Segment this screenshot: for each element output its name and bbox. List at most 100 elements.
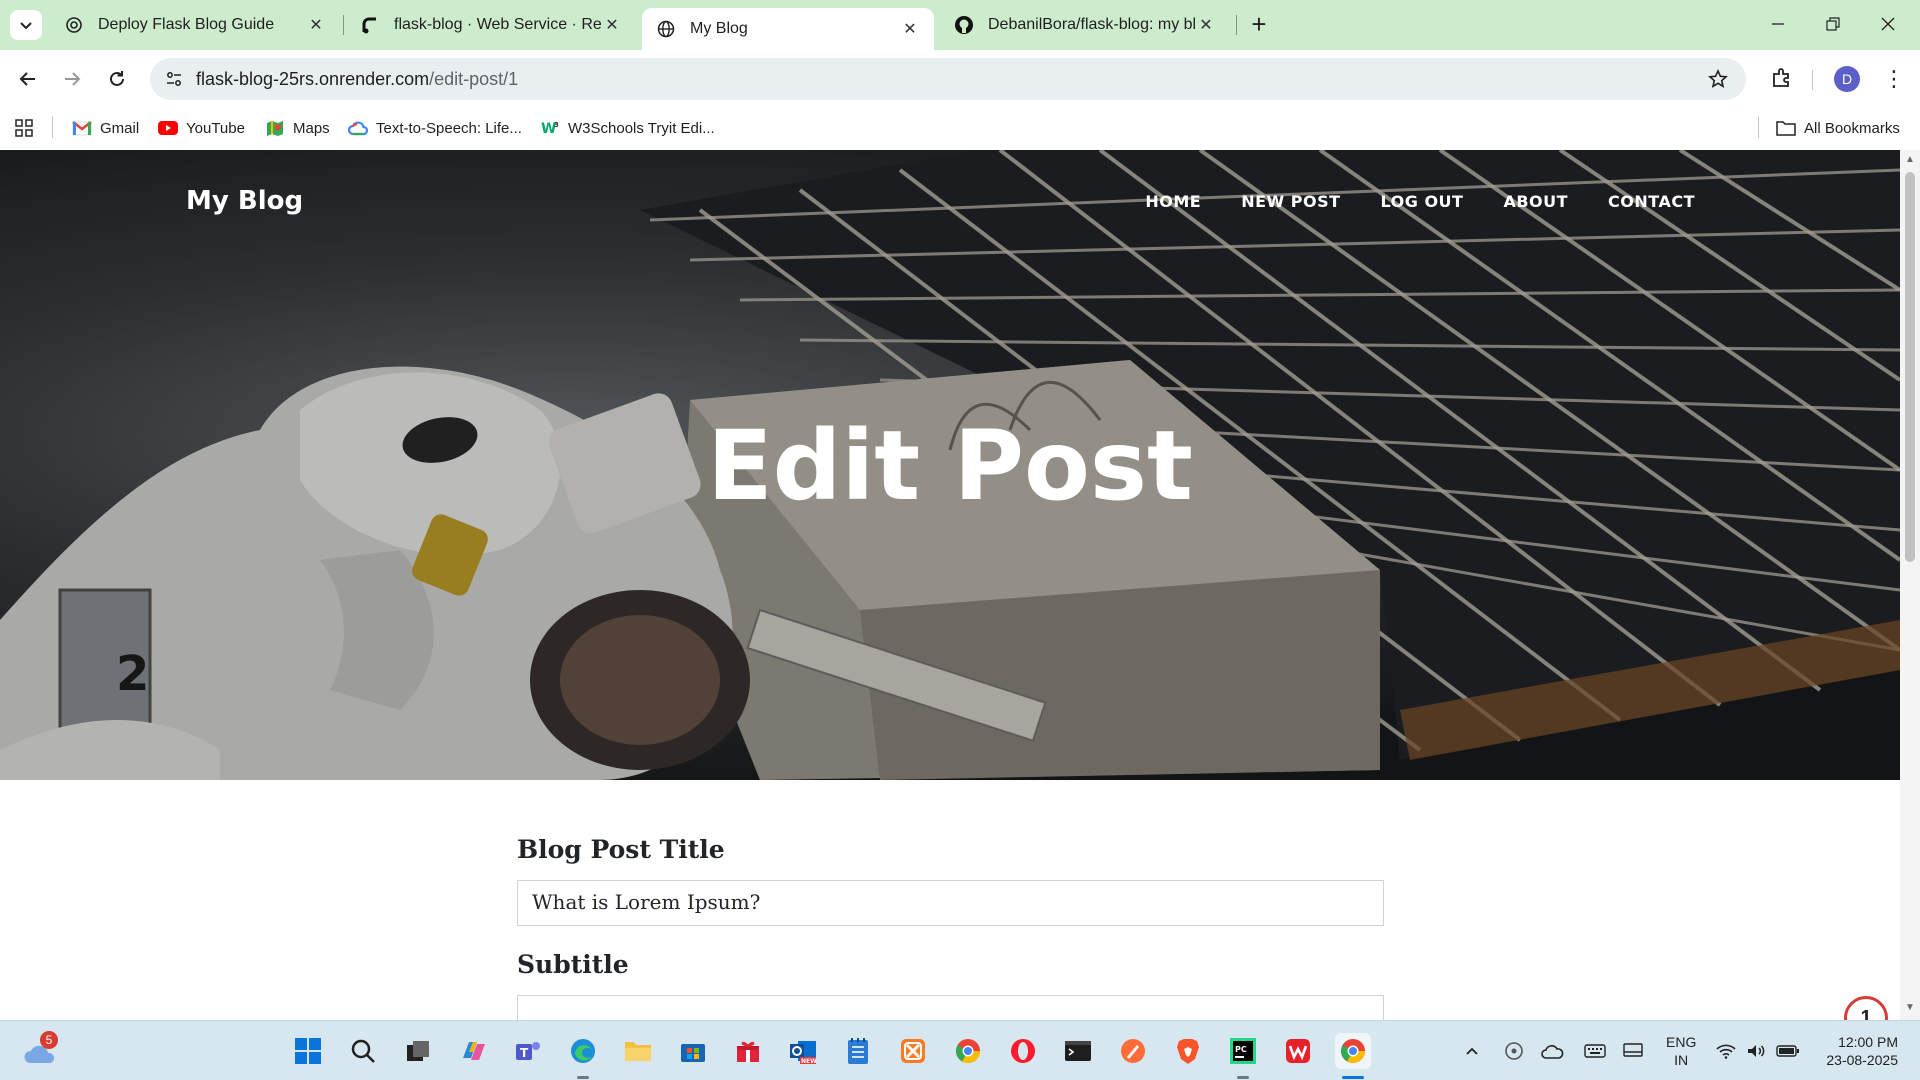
- subtitle-label: Subtitle: [517, 950, 629, 979]
- close-icon[interactable]: ✕: [602, 15, 622, 35]
- title-input[interactable]: What is Lorem Ipsum?: [517, 880, 1384, 926]
- taskbar-terminal[interactable]: [1060, 1033, 1096, 1069]
- bookmark-w3schools[interactable]: W3 W3Schools Tryit Edi...: [540, 116, 715, 140]
- extensions-icon[interactable]: [1768, 64, 1796, 92]
- address-bar[interactable]: flask-blog-25rs.onrender.com/edit-post/1: [150, 58, 1746, 100]
- bookmarks-divider: [1758, 116, 1759, 138]
- fan-icon: [1505, 1042, 1523, 1060]
- tray-battery[interactable]: [1774, 1039, 1802, 1063]
- browser-toolbar: flask-blog-25rs.onrender.com/edit-post/1: [0, 50, 1920, 108]
- all-bookmarks-button[interactable]: All Bookmarks: [1776, 116, 1900, 140]
- reload-button[interactable]: [102, 64, 132, 94]
- tray-onedrive[interactable]: [1540, 1039, 1566, 1063]
- bookmarks-bar: Gmail YouTube Maps Text-to-Speech: Life.…: [0, 108, 1920, 150]
- tray-app-icon[interactable]: [1502, 1039, 1526, 1063]
- youtube-icon: [158, 118, 178, 138]
- taskbar-brave[interactable]: [1170, 1033, 1206, 1069]
- postman-icon: [1121, 1039, 1145, 1063]
- taskbar-xampp[interactable]: [895, 1033, 931, 1069]
- apps-button[interactable]: [14, 116, 42, 140]
- forward-button[interactable]: [57, 64, 87, 94]
- taskbar-edge[interactable]: [565, 1033, 601, 1069]
- nav-about-link[interactable]: ABOUT: [1503, 192, 1568, 211]
- back-button[interactable]: [13, 64, 43, 94]
- site-info-icon[interactable]: [164, 69, 184, 89]
- tab-deploy-guide[interactable]: Deploy Flask Blog Guide ✕: [50, 8, 340, 42]
- folder-icon: [1776, 118, 1796, 138]
- taskbar-pycharm[interactable]: PC: [1225, 1033, 1261, 1069]
- taskbar-chrome-active[interactable]: [1335, 1033, 1371, 1069]
- tab-render-service[interactable]: flask-blog · Web Service · Render ✕: [346, 8, 636, 42]
- weather-widget[interactable]: 5: [24, 1031, 58, 1067]
- taskbar-file-explorer[interactable]: [620, 1033, 656, 1069]
- start-icon: [295, 1038, 321, 1064]
- globe-icon: [656, 19, 676, 39]
- running-indicator: [577, 1076, 589, 1079]
- task-view-button[interactable]: [400, 1033, 436, 1069]
- bookmark-maps[interactable]: Maps: [265, 116, 330, 140]
- scroll-down-icon[interactable]: ▼: [1904, 1002, 1916, 1014]
- clock-date: 23-08-2025: [1826, 1052, 1898, 1068]
- tray-keyboard[interactable]: [1582, 1039, 1608, 1063]
- bookmark-label: YouTube: [186, 119, 245, 137]
- main-nav: HOME NEW POST LOG OUT ABOUT CONTACT: [1145, 192, 1695, 211]
- taskbar-copilot[interactable]: [455, 1033, 491, 1069]
- windows-taskbar: 5 T NEW PC ENG IN 12:00 PM 23-08-2025: [0, 1020, 1920, 1080]
- tray-network[interactable]: [1714, 1039, 1738, 1063]
- brave-icon: [1177, 1039, 1199, 1064]
- close-icon[interactable]: ✕: [900, 19, 920, 39]
- input-language[interactable]: ENG IN: [1666, 1033, 1696, 1069]
- wifi-icon: [1716, 1044, 1736, 1059]
- notepad-icon: [848, 1038, 868, 1064]
- arrow-right-icon: [65, 72, 81, 86]
- taskbar-chrome[interactable]: [950, 1033, 986, 1069]
- scroll-up-icon[interactable]: ▲: [1904, 154, 1916, 166]
- taskbar-teams[interactable]: T: [510, 1033, 546, 1069]
- nav-log-out-link[interactable]: LOG OUT: [1381, 192, 1464, 211]
- google-cloud-icon: [348, 118, 368, 138]
- taskbar-gift[interactable]: [730, 1033, 766, 1069]
- show-hidden-icons-button[interactable]: [1462, 1039, 1482, 1063]
- taskbar-store[interactable]: [675, 1033, 711, 1069]
- close-icon[interactable]: ✕: [1196, 15, 1216, 35]
- tab-github-repo[interactable]: DebanilBora/flask-blog: my blog ✕: [940, 8, 1230, 42]
- tray-display[interactable]: [1620, 1039, 1646, 1063]
- close-window-button[interactable]: [1868, 10, 1908, 40]
- nav-home-link[interactable]: HOME: [1145, 192, 1201, 211]
- restore-button[interactable]: [1813, 10, 1853, 40]
- page-scrollbar[interactable]: ▲ ▼: [1900, 150, 1920, 1020]
- taskbar-postman[interactable]: [1115, 1033, 1151, 1069]
- tray-volume[interactable]: [1744, 1039, 1768, 1063]
- minimize-button[interactable]: [1758, 10, 1798, 40]
- taskbar-outlook[interactable]: NEW: [785, 1033, 821, 1069]
- bookmark-text-to-speech[interactable]: Text-to-Speech: Life...: [348, 116, 522, 140]
- new-tab-button[interactable]: +: [1244, 10, 1274, 40]
- nav-contact-link[interactable]: CONTACT: [1608, 192, 1695, 211]
- nav-new-post-link[interactable]: NEW POST: [1241, 192, 1340, 211]
- bookmark-gmail[interactable]: Gmail: [72, 116, 139, 140]
- profile-avatar[interactable]: D: [1834, 66, 1860, 92]
- taskbar-notepad[interactable]: [840, 1033, 876, 1069]
- tab-strip: Deploy Flask Blog Guide ✕ flask-blog · W…: [0, 0, 1920, 50]
- tab-divider: [1236, 15, 1237, 35]
- tab-search-button[interactable]: [10, 10, 42, 40]
- taskbar-opera[interactable]: [1005, 1033, 1041, 1069]
- bookmark-youtube[interactable]: YouTube: [158, 116, 245, 140]
- tab-my-blog[interactable]: My Blog ✕: [642, 8, 934, 50]
- opera-icon: [1011, 1039, 1035, 1063]
- bookmark-star-icon[interactable]: [1706, 67, 1730, 91]
- system-clock[interactable]: 12:00 PM 23-08-2025: [1816, 1033, 1898, 1069]
- subtitle-input[interactable]: [517, 995, 1384, 1020]
- taskbar-wps[interactable]: [1280, 1033, 1316, 1069]
- close-icon: [1881, 17, 1895, 31]
- scrollbar-thumb[interactable]: [1905, 172, 1915, 562]
- bookmark-label: Gmail: [100, 119, 140, 137]
- taskbar-search[interactable]: [345, 1033, 381, 1069]
- close-icon[interactable]: ✕: [306, 15, 326, 35]
- browser-menu-icon[interactable]: ⋮: [1882, 64, 1906, 94]
- pycharm-icon: PC: [1230, 1038, 1256, 1064]
- site-brand-link[interactable]: My Blog: [186, 186, 303, 216]
- start-button[interactable]: [290, 1033, 326, 1069]
- github-icon: [954, 15, 974, 35]
- tab-title: flask-blog · Web Service · Render: [394, 16, 602, 33]
